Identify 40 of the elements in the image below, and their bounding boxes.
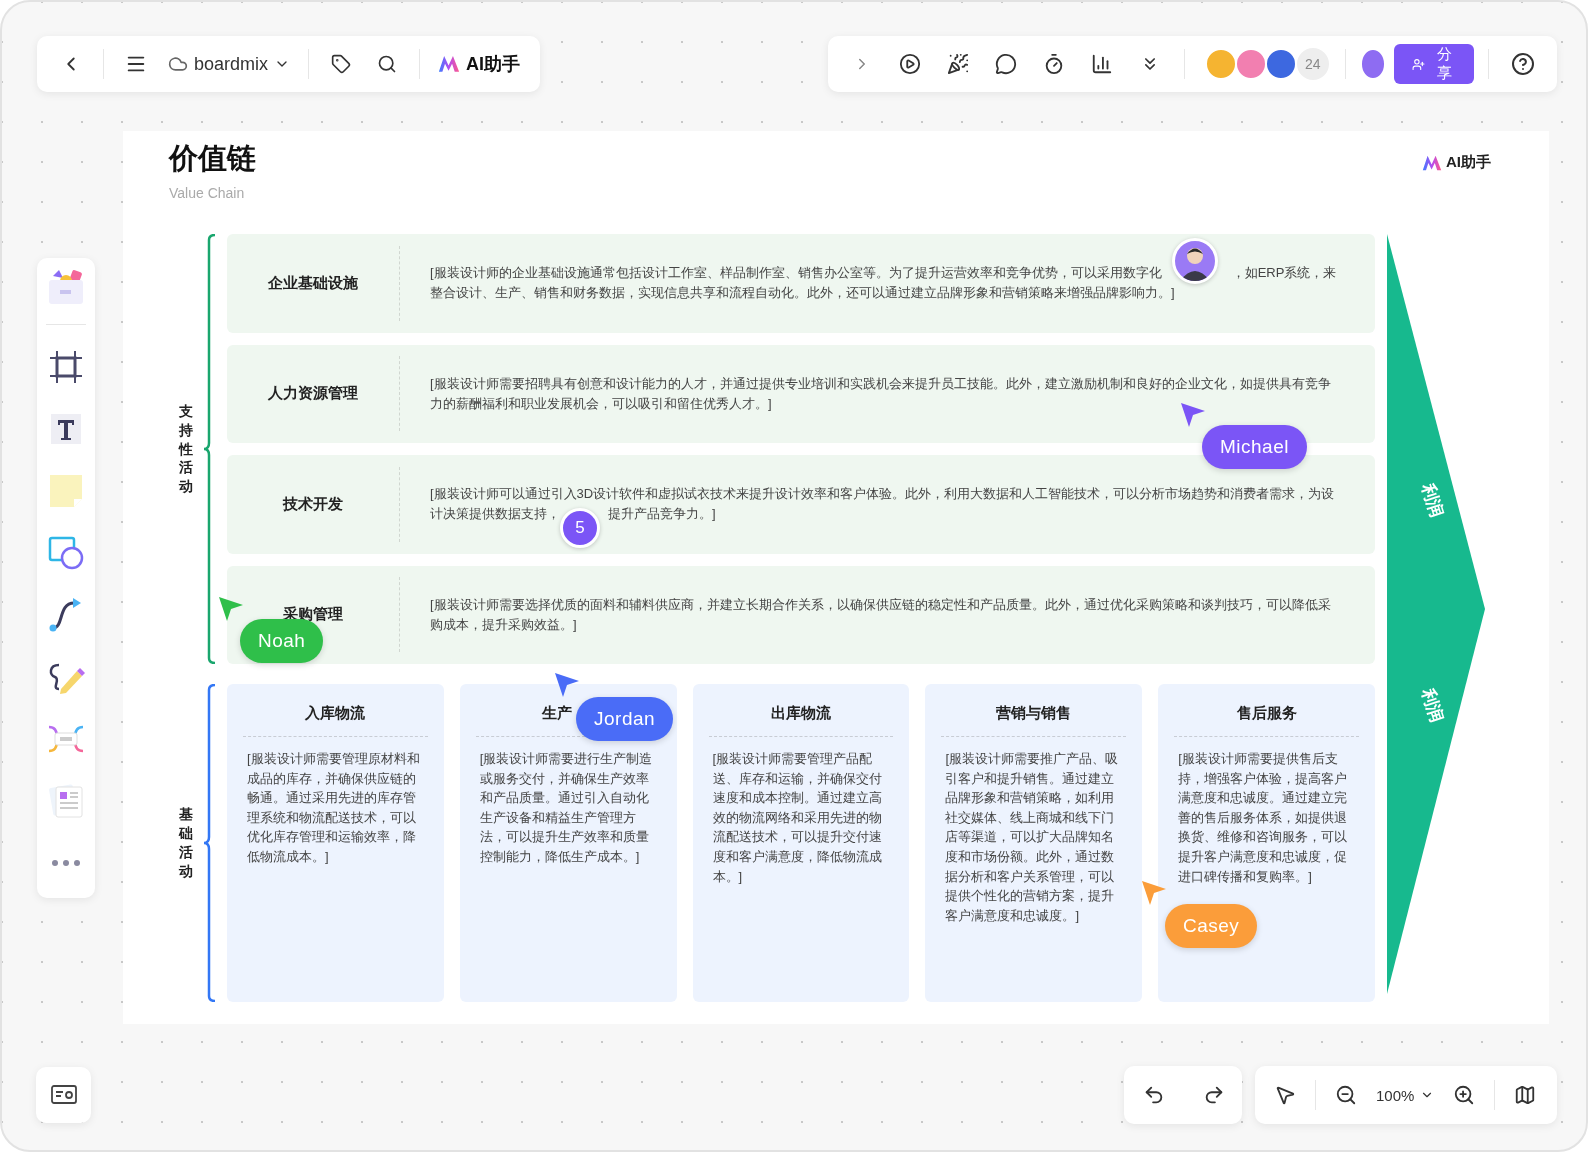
row-description: [服装设计师的企业基础设施通常包括设计工作室、样品制作室、销售办公室等。为了提升运营效率和竞争优势，可以采用数字化 ，如ERP系统，来整合设计、生产、销售和财务数据，实现信息共享和流程自动化。此外，还可以通过建立品牌形象和营销策略来增强品牌影响力。] bbox=[430, 264, 1338, 303]
ai-badge[interactable]: AI助手 bbox=[1422, 153, 1491, 172]
cursor-icon bbox=[1180, 402, 1206, 428]
brace-icon bbox=[203, 234, 217, 664]
card-title: 出库物流 bbox=[708, 684, 894, 737]
row-title: 企业基础设施 bbox=[268, 273, 358, 293]
document-menu[interactable]: boardmix bbox=[162, 44, 296, 84]
section-label: 基础活动 bbox=[179, 805, 193, 881]
card-title: 售后服务 bbox=[1174, 684, 1359, 737]
ai-logo-icon bbox=[1422, 154, 1442, 171]
card-description: [服装设计师需要提供售后支持，增强客户体验，提高客户满意度和忠诚度。通过建立完善的售后服务体系，如提供退换货、维修和咨询服务，可以提升客户满意度和忠诚度，促进口碑传播和复购率。] bbox=[1177, 750, 1349, 886]
ai-logo-icon bbox=[438, 55, 460, 73]
brace-icon bbox=[203, 684, 217, 1002]
card-description: [服装设计师需要进行生产制造或服务交付，并确保生产效率和产品质量。通过引入自动化生产设备和精益生产管理方法，可以提升生产效率和质量控制能力，降低生产成本。] bbox=[478, 750, 654, 866]
board-title: 价值链 bbox=[169, 141, 256, 176]
cloud-icon bbox=[168, 54, 188, 74]
card-title: 营销与销售 bbox=[941, 684, 1127, 737]
cursor-label: Casey bbox=[1165, 904, 1258, 948]
card-description: [服装设计师需要推广产品、吸引客户和提升销售。通过建立品牌形象和营销策略，如利用社交媒体、线上商城和线下门店等渠道，可以扩大品牌知名度和市场份额。此外，通过数据分析和客户关系管理，可以提供个性化的营销方案，提升客户满意度和忠诚度。] bbox=[944, 750, 1119, 925]
section-label: 支持性活动 bbox=[179, 401, 193, 497]
document-icon[interactable] bbox=[46, 781, 86, 821]
margin-label: 利润 bbox=[1416, 685, 1448, 726]
share-button[interactable]: 分享 bbox=[1394, 44, 1475, 84]
cursor-label: Jordan bbox=[576, 697, 674, 741]
board-subtitle: Value Chain bbox=[169, 185, 246, 201]
ai-assistant-button[interactable]: AI助手 bbox=[432, 44, 526, 84]
cursor-icon bbox=[218, 596, 244, 622]
cursor-icon bbox=[1141, 880, 1167, 906]
cursor-label: Michael bbox=[1202, 425, 1307, 469]
zoom-level[interactable]: 100% bbox=[1370, 1085, 1441, 1105]
card-description: [服装设计师需要管理产品配送、库存和运输，并确保交付速度和成本控制。通过建立高效的物流网络和采用先进的物流配送技术，可以提升交付速度和客户满意度，降低物流成本。] bbox=[711, 750, 883, 886]
row-description: [服装设计师需要选择优质的面料和辅料供应商，并建立长期合作关系，以确保供应链的稳定性和产品质量。此外，通过优化采购策略和谈判技巧，可以降低采购成本，提升采购效益。] bbox=[430, 595, 1332, 634]
cursor-icon bbox=[554, 672, 580, 698]
row-description: [服装设计师需要招聘具有创意和设计能力的人才，并通过提供专业培训和实践机会来提升员工技能。此外，建立激励机制和良好的企业文化，如提供具有竞争力的薪酬福利和职业发展机会，可以吸引和留住优秀人才。] bbox=[430, 374, 1332, 413]
card-description: [服装设计师需要管理原材料和成品的库存，并确保供应链的畅通。通过采用先进的库存管理系统和物流配送技术，可以优化库存管理和运输效率，降低物流成本。] bbox=[246, 750, 421, 866]
row-title: 技术开发 bbox=[283, 494, 343, 514]
collaborator-count: 24 bbox=[1294, 46, 1331, 82]
margin-label: 利润 bbox=[1416, 480, 1448, 521]
card-title: 入库物流 bbox=[243, 684, 428, 737]
row-title: 人力资源管理 bbox=[268, 384, 358, 404]
